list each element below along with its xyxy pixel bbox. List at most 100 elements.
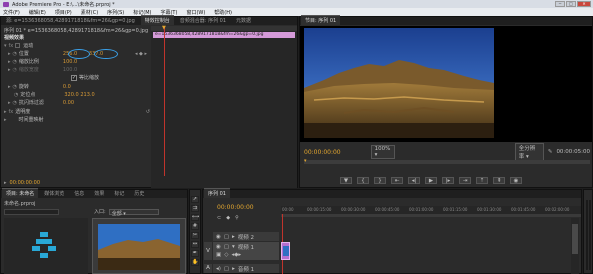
play-icon[interactable]: ▶ — [425, 177, 437, 184]
menu-window[interactable]: 窗口(W) — [186, 9, 205, 16]
effect-keyframe-area[interactable]: e=1536368058,4289171818&fm=26&gp=0.jpg ▼ — [151, 25, 297, 188]
track-header-video-2[interactable]: ◉ ▢ ▸ 视频 2 — [213, 232, 279, 241]
selection-tool-icon[interactable]: ➚ — [191, 196, 199, 203]
menu-project[interactable]: 项目(P) — [55, 9, 72, 16]
scrollbar-thumb[interactable] — [572, 224, 578, 254]
tab-sequence-01[interactable]: 序列 01 — [204, 188, 230, 198]
playhead-marker-icon[interactable]: ▼ — [162, 25, 166, 31]
expand-triangle-icon[interactable]: ▸ — [8, 100, 11, 106]
program-timecode-current[interactable]: 00:00:00:00 — [304, 149, 341, 156]
razor-tool-icon[interactable]: ✂ — [191, 232, 199, 239]
stopwatch-icon[interactable]: ◔ — [13, 100, 17, 106]
uniform-scale-row[interactable]: ✓ 等比缩放 — [71, 74, 99, 81]
program-video-area[interactable] — [300, 26, 592, 142]
track-header-audio-1[interactable]: ◂) ▢ ▸ 音频 1 — [213, 264, 279, 273]
link-icon[interactable]: ⚲ — [235, 215, 239, 221]
clip-bar[interactable]: e=1536368058,4289171818&fm=26&gp=0.jpg — [153, 32, 295, 38]
expand-triangle-icon[interactable]: ▸ — [4, 109, 7, 115]
opacity-row[interactable]: ▸ fx 透明度 ↺ — [4, 108, 152, 116]
tab-project[interactable]: 项目: 未命名 — [2, 188, 39, 198]
tab-effects[interactable]: 效果 — [90, 189, 108, 198]
expand-triangle-icon[interactable]: ▸ — [8, 59, 11, 65]
close-button[interactable]: ✕ — [577, 1, 591, 7]
expand-triangle-icon[interactable]: ▾ — [4, 43, 7, 49]
anchor-y-value[interactable]: 213.0 — [80, 92, 94, 98]
tab-program[interactable]: 节目: 序列 01 — [301, 15, 341, 25]
menu-clip[interactable]: 素材(C) — [81, 9, 98, 16]
timeline-timecode-value[interactable]: 00:00:00:00 — [217, 204, 254, 211]
eye-icon[interactable]: ◉ — [216, 234, 221, 240]
in-dropdown[interactable]: 全部 ▾ — [108, 208, 159, 217]
sequence-thumbnail[interactable] — [4, 218, 88, 274]
extract-icon[interactable]: ⇞ — [493, 177, 505, 184]
eye-icon[interactable]: ◉ — [216, 244, 221, 250]
stopwatch-icon[interactable]: ◔ — [14, 92, 18, 98]
image-thumbnail[interactable] — [92, 218, 186, 274]
lock-icon[interactable]: ▢ — [224, 234, 229, 240]
uniform-scale-checkbox[interactable]: ✓ — [71, 74, 77, 81]
menu-edit[interactable]: 编辑(E) — [29, 9, 46, 16]
ripple-edit-tool-icon[interactable]: ⟷ — [191, 214, 199, 221]
go-to-out-icon[interactable]: ⇥ — [459, 177, 471, 184]
stopwatch-icon[interactable]: ◔ — [13, 51, 17, 57]
reset-icon[interactable]: ↺ — [146, 109, 150, 115]
tab-effect-controls[interactable]: 特效控制台 — [140, 15, 174, 25]
display-style-icon[interactable]: ▣ — [216, 252, 221, 258]
tab-media-browser[interactable]: 媒体浏览 — [40, 189, 68, 198]
scale-value[interactable]: 100.0 — [63, 59, 77, 65]
track-header-video-1[interactable]: ◉ ▢ ▾ 视频 1 ▣ ◇ ◂◆▸ — [213, 242, 279, 260]
video-clip[interactable] — [281, 242, 290, 260]
playhead-icon[interactable]: ▸ — [4, 180, 7, 186]
pen-tool-icon[interactable]: ✒ — [191, 250, 199, 257]
quality-dropdown[interactable]: 全分辨率 ▾ — [514, 143, 544, 161]
effect-timecode[interactable]: 00:00:00:00 — [10, 180, 41, 186]
hand-tool-icon[interactable]: ✋ — [191, 259, 199, 266]
track-select-tool-icon[interactable]: ⇉ — [191, 205, 199, 212]
export-frame-icon[interactable]: ◉ — [510, 177, 522, 184]
lock-icon[interactable]: ▢ — [224, 266, 229, 272]
menu-sequence[interactable]: 序列(S) — [107, 9, 124, 16]
project-search-input[interactable] — [4, 208, 59, 215]
source-patch-v[interactable]: V — [204, 242, 212, 260]
tab-source[interactable]: 源: e=1536368058,4289171818&fm=26&gp=0.jp… — [2, 16, 139, 25]
program-scrubber[interactable]: ▾ — [304, 158, 590, 164]
stopwatch-icon[interactable]: ◔ — [13, 84, 17, 90]
expand-triangle-icon[interactable]: ▾ — [232, 244, 235, 250]
expand-triangle-icon[interactable]: ▸ — [4, 117, 7, 123]
expand-triangle-icon[interactable]: ▸ — [232, 266, 235, 272]
motion-row[interactable]: ▾ fx 运动 — [4, 42, 150, 50]
tab-history[interactable]: 历史 — [130, 189, 148, 198]
keyframe-toggle-icon[interactable]: ◇ — [224, 252, 228, 258]
maximize-button[interactable]: □ — [566, 1, 576, 7]
tab-metadata[interactable]: 元数据 — [232, 16, 255, 25]
go-to-in-icon[interactable]: ⇤ — [391, 177, 403, 184]
slip-tool-icon[interactable]: ↔ — [191, 241, 199, 248]
work-area-bar[interactable] — [281, 214, 581, 217]
playhead-line[interactable] — [164, 26, 165, 176]
timeline-ruler[interactable]: 00:00 00:00:15:00 00:00:30:00 00:00:45:0… — [281, 206, 581, 214]
rotation-value[interactable]: 0.0 — [63, 84, 71, 90]
expand-triangle-icon[interactable]: ▸ — [232, 234, 235, 240]
add-marker-icon[interactable]: ▼ — [340, 177, 352, 184]
anchor-x-value[interactable]: 320.0 — [64, 92, 80, 98]
expand-triangle-icon[interactable]: ▸ — [8, 51, 11, 57]
menu-help[interactable]: 帮助(H) — [214, 9, 232, 16]
tab-audio-mixer[interactable]: 音频混合器: 序列 01 — [176, 16, 230, 25]
mark-in-icon[interactable]: { — [357, 177, 369, 184]
tab-info[interactable]: 信息 — [70, 189, 88, 198]
keyframe-nav-icon[interactable]: ◂ ◆ ▸ — [135, 51, 147, 57]
step-back-icon[interactable]: ◂| — [408, 177, 420, 184]
step-forward-icon[interactable]: |▸ — [442, 177, 454, 184]
tab-markers[interactable]: 标记 — [110, 189, 128, 198]
zoom-dropdown[interactable]: 100% ▾ — [370, 145, 395, 159]
lock-icon[interactable]: ▢ — [224, 244, 229, 250]
rolling-edit-tool-icon[interactable]: # — [191, 223, 199, 230]
marker-icon[interactable]: ◆ — [226, 215, 230, 221]
source-patch-a[interactable]: A — [204, 264, 212, 273]
keyframe-nav-icon[interactable]: ◂◆▸ — [231, 252, 241, 258]
timeline-vertical-scrollbar[interactable] — [571, 218, 579, 274]
flicker-value[interactable]: 0.00 — [63, 100, 74, 106]
time-remap-row[interactable]: ▸ 时间重映射 — [4, 116, 44, 124]
mark-out-icon[interactable]: } — [374, 177, 386, 184]
motion-transform-icon[interactable] — [15, 43, 21, 48]
